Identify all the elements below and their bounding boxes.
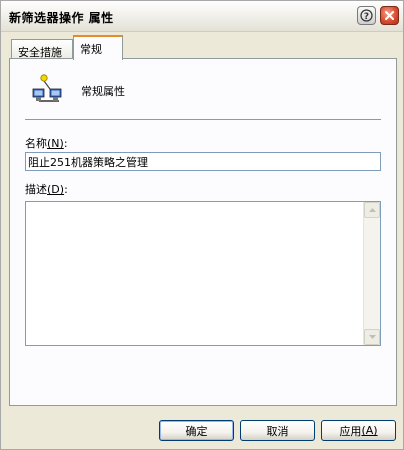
network-filter-icon (32, 74, 62, 102)
tab-label: 常规 (80, 43, 102, 56)
description-field-label: 描述(D): (25, 181, 68, 197)
general-properties-heading: 常规属性 (81, 85, 125, 98)
name-input[interactable] (25, 152, 381, 171)
description-textarea[interactable] (25, 201, 381, 346)
scroll-up-button[interactable] (364, 202, 380, 218)
desc-label-text: 描述 (25, 183, 47, 196)
svg-text:?: ? (364, 12, 369, 22)
help-icon: ? (360, 9, 373, 22)
title-bar[interactable]: 新筛选器操作 属性 ? (1, 1, 403, 32)
name-colon: : (63, 137, 68, 150)
name-field-label: 名称(N): (25, 135, 68, 151)
help-button[interactable]: ? (357, 6, 376, 25)
desc-mnemonic: (D) (47, 183, 65, 196)
description-scrollbar[interactable] (363, 202, 380, 345)
tab-general[interactable]: 常规 (73, 35, 123, 60)
apply-button[interactable]: 应用 (A) (321, 420, 396, 441)
ok-button-label: 确定 (185, 424, 208, 438)
close-icon (385, 11, 394, 20)
cancel-button-label: 取消 (266, 424, 289, 438)
apply-button-label: 应用 (339, 424, 362, 438)
scroll-down-button[interactable] (364, 329, 380, 345)
scroll-up-arrow-icon (368, 208, 376, 212)
cancel-button[interactable]: 取消 (240, 420, 315, 441)
divider (25, 119, 381, 120)
name-mnemonic: (N) (47, 137, 64, 150)
close-button[interactable] (380, 6, 399, 25)
ok-button[interactable]: 确定 (159, 420, 234, 441)
tab-security-measures[interactable]: 安全措施 (11, 39, 73, 59)
window-title: 新筛选器操作 属性 (9, 11, 114, 25)
apply-mnemonic: (A) (361, 424, 378, 437)
scroll-down-arrow-icon (368, 335, 376, 339)
properties-dialog: 新筛选器操作 属性 ? 安全措施 常规 常规属性 名称(N): 阻止251机器策… (0, 0, 404, 450)
desc-colon: : (64, 183, 68, 196)
name-label-text: 名称 (25, 137, 47, 150)
